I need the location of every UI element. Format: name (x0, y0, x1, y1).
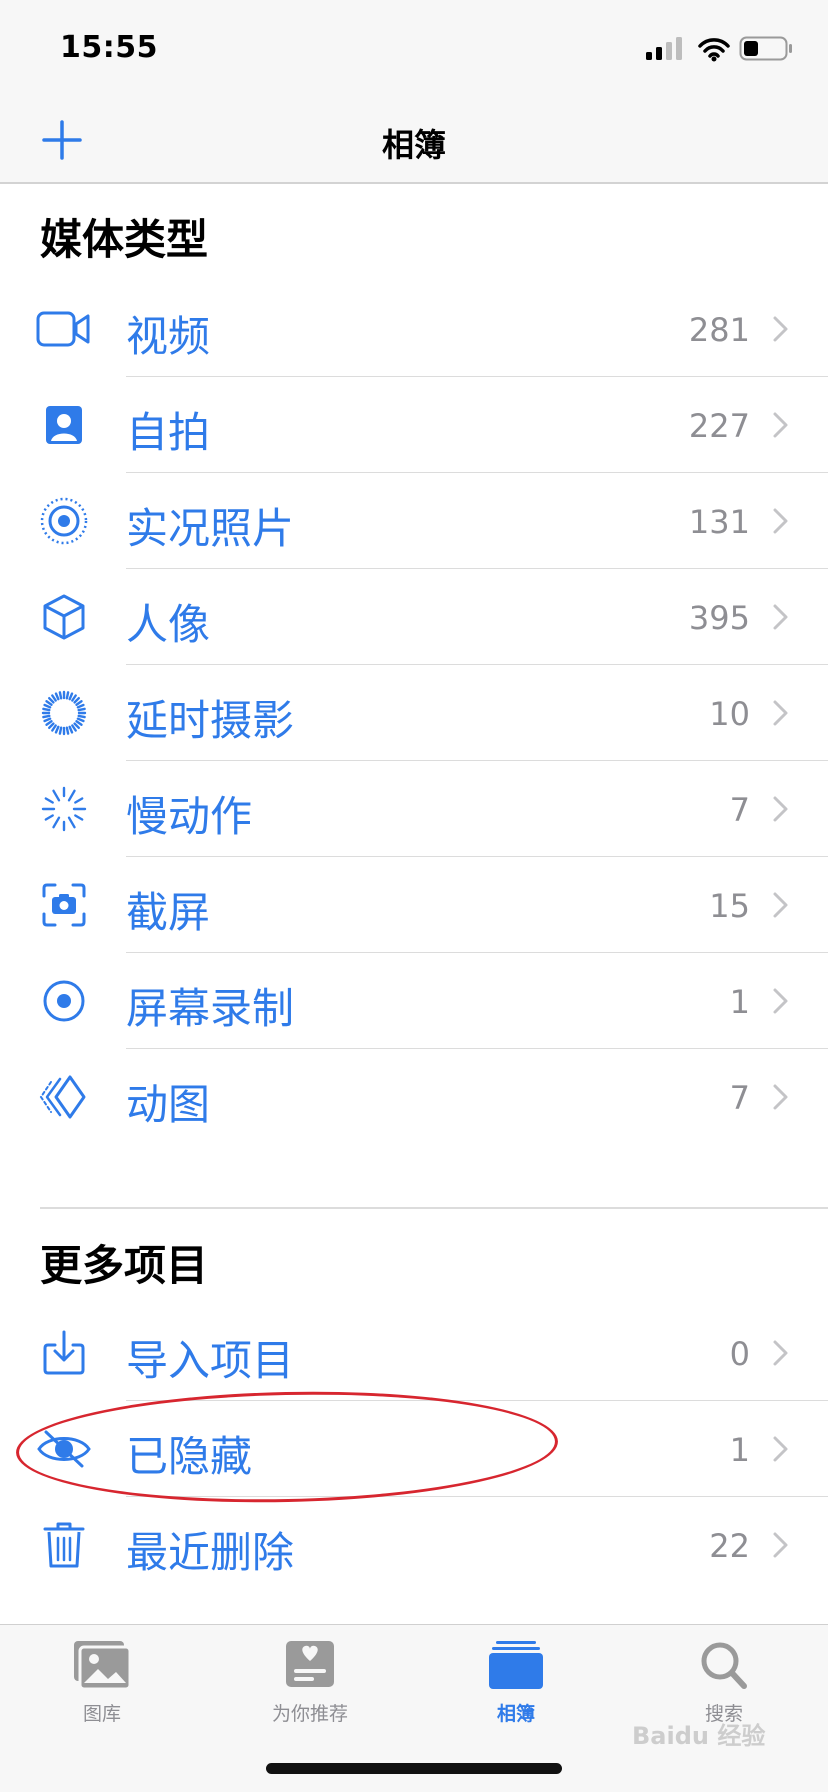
album-count: 22 (709, 1527, 750, 1565)
navigation-bar: 相簿 (0, 96, 828, 184)
cellular-signal-icon (646, 37, 682, 60)
albums-icon (489, 1641, 543, 1689)
album-row-video-camera[interactable]: 视频 281 (0, 281, 828, 377)
screen-recording-icon (36, 975, 92, 1027)
album-label: 屏幕录制 (126, 984, 295, 1033)
tab-albums-label: 相簿 (496, 1703, 535, 1725)
chevron-right-icon (772, 411, 790, 439)
album-row-animated-layers[interactable]: 动图 7 (0, 1049, 828, 1145)
album-count: 1 (729, 1431, 750, 1469)
tab-for-you[interactable]: 为你推荐 (220, 1639, 400, 1739)
album-label: 慢动作 (126, 792, 253, 841)
album-row-live-photo[interactable]: 实况照片 131 (0, 473, 828, 569)
watermark: Baidu 经验 (632, 1722, 766, 1750)
album-label: 动图 (126, 1080, 211, 1129)
chevron-right-icon (772, 699, 790, 727)
chevron-right-icon (772, 507, 790, 535)
for-you-icon (286, 1641, 334, 1687)
album-label: 已隐藏 (126, 1432, 253, 1481)
page-title: 相簿 (381, 126, 446, 164)
tab-library-label: 图库 (82, 1703, 121, 1725)
search-icon (701, 1642, 747, 1689)
album-label: 人像 (126, 600, 211, 649)
album-count: 7 (729, 1079, 750, 1117)
album-label: 自拍 (126, 408, 211, 457)
status-time: 15:55 (60, 30, 158, 65)
album-row-trash[interactable]: 最近删除 22 (0, 1497, 828, 1593)
album-row-portrait-person[interactable]: 自拍 227 (0, 377, 828, 473)
album-count: 1 (729, 983, 750, 1021)
live-photo-icon (36, 495, 92, 547)
album-row-import-tray[interactable]: 导入项目 0 (0, 1305, 828, 1401)
album-row-screen-recording[interactable]: 屏幕录制 1 (0, 953, 828, 1049)
chevron-right-icon (772, 315, 790, 343)
import-tray-icon (36, 1327, 92, 1379)
chevron-right-icon (772, 1083, 790, 1111)
album-count: 227 (688, 407, 750, 445)
album-row-timelapse[interactable]: 延时摄影 10 (0, 665, 828, 761)
timelapse-icon (36, 687, 92, 739)
tab-library[interactable]: 图库 (12, 1639, 192, 1739)
cube-icon (36, 591, 92, 643)
chevron-right-icon (772, 1435, 790, 1463)
album-count: 131 (688, 503, 750, 541)
battery-icon (739, 36, 792, 61)
album-row-slow-motion[interactable]: 慢动作 7 (0, 761, 828, 857)
album-count: 10 (709, 695, 750, 733)
album-label: 截屏 (126, 888, 211, 937)
more-items-heading: 更多项目 (40, 1241, 209, 1290)
album-label: 导入项目 (126, 1336, 295, 1385)
album-label: 最近删除 (126, 1528, 295, 1577)
chevron-right-icon (772, 603, 790, 631)
media-types-heading: 媒体类型 (40, 215, 209, 264)
album-count: 0 (729, 1335, 750, 1373)
album-label: 视频 (126, 312, 211, 361)
chevron-right-icon (772, 1339, 790, 1367)
trash-icon (36, 1519, 92, 1571)
portrait-person-icon (36, 399, 92, 451)
chevron-right-icon (772, 891, 790, 919)
status-icons (646, 36, 792, 62)
album-label: 延时摄影 (126, 696, 295, 745)
photos-library-icon (74, 1641, 132, 1691)
animated-layers-icon (36, 1071, 92, 1123)
chevron-right-icon (772, 795, 790, 823)
video-camera-icon (36, 303, 92, 355)
tab-albums[interactable]: 相簿 (426, 1639, 606, 1739)
screenshot-icon (36, 879, 92, 931)
status-bar: 15:55 (0, 0, 828, 96)
slow-motion-icon (36, 783, 92, 835)
section-divider (40, 1207, 828, 1209)
tab-bar: 图库 为你推荐 相簿 搜索 (0, 1624, 828, 1792)
album-row-screenshot[interactable]: 截屏 15 (0, 857, 828, 953)
album-count: 7 (729, 791, 750, 829)
album-row-eye-slash[interactable]: 已隐藏 1 (0, 1401, 828, 1497)
chevron-right-icon (772, 1531, 790, 1559)
album-count: 281 (688, 311, 750, 349)
chevron-right-icon (772, 987, 790, 1015)
album-row-cube[interactable]: 人像 395 (0, 569, 828, 665)
tab-for-you-label: 为你推荐 (271, 1703, 348, 1725)
home-indicator (266, 1763, 562, 1774)
eye-slash-icon (36, 1423, 92, 1475)
wifi-icon (698, 38, 730, 62)
album-count: 15 (709, 887, 750, 925)
album-count: 395 (688, 599, 750, 637)
album-label: 实况照片 (126, 504, 295, 553)
